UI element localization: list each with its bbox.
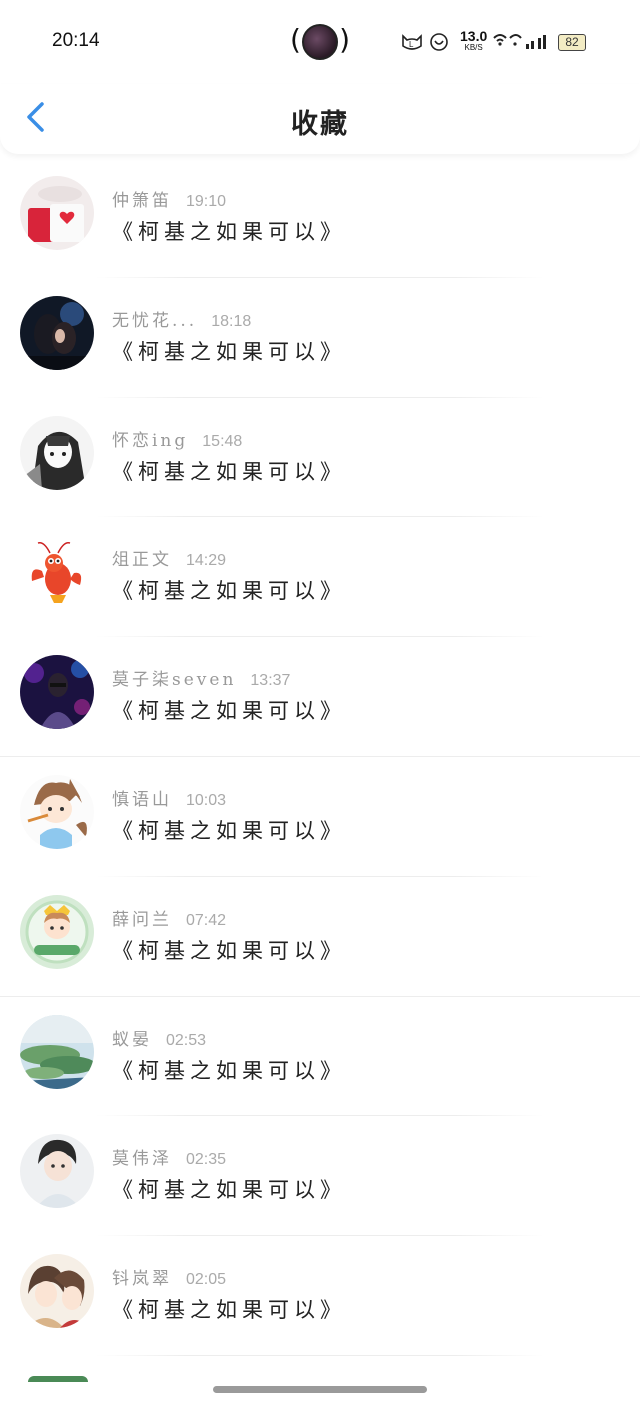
nav-header: 收藏 [0,84,640,154]
cat-face-icon: L [400,32,424,56]
list-item[interactable]: 仲箫笛 19:10 《柯基之如果可以》 [0,158,640,278]
avatar[interactable] [20,295,94,370]
song-title: 《柯基之如果可以》 [112,699,346,724]
user-name: 钭岚翠 [112,1269,172,1290]
item-meta: 蚁晏 02:53 [112,1025,206,1050]
user-name: 仲箫笛 [112,191,172,211]
avatar [28,1376,88,1382]
avatar[interactable] [20,655,94,730]
item-time: 07:42 [186,911,227,929]
item-time: 19:10 [186,193,227,210]
user-name: 莫伟泽 [112,1149,172,1170]
list-item[interactable]: 莫伟泽 02:35 《柯基之如果可以》 [0,1116,640,1237]
item-time: 18:18 [211,312,252,330]
list-item[interactable]: 薛问兰 07:42 《柯基之如果可以》 [0,877,640,997]
item-time: 14:29 [186,552,227,570]
list-item[interactable]: 蚁晏 02:53 《柯基之如果可以》 [0,997,640,1117]
item-meta: 薛问兰 07:42 [112,905,226,930]
divider [96,1354,544,1356]
status-icons: L 13.0 KB/S 82 [398,28,598,58]
song-title: 《柯基之如果可以》 [112,938,346,963]
song-title: 《柯基之如果可以》 [112,1298,346,1323]
item-time: 13:37 [250,672,291,690]
live-activity-icon[interactable]: ( ) [290,22,350,62]
user-name: 怀恋ing [112,430,189,451]
item-time: 15:48 [202,432,243,450]
avatar[interactable] [20,1134,94,1209]
item-meta: 无忧花... 18:18 [112,306,251,331]
item-time: 02:35 [186,1151,227,1169]
net-speed-value: 13.0 [460,28,488,44]
avatar[interactable] [20,1254,94,1329]
item-meta: 慎语山 10:03 [112,785,226,810]
signal-icon [524,32,550,56]
item-meta: 莫伟泽 02:35 [112,1144,226,1169]
user-name: 薛问兰 [112,909,172,930]
list-item[interactable]: 莫子柒seven 13:37 《柯基之如果可以》 [0,637,640,757]
list-item[interactable]: 钭岚翠 02:05 《柯基之如果可以》 [0,1236,640,1356]
status-time: 20:14 [52,30,100,51]
status-bar: 20:14 ( ) L 13.0 KB/S 82 [0,0,640,84]
list-item[interactable]: 怀恋ing 15:48 《柯基之如果可以》 [0,398,640,518]
avatar[interactable] [20,415,94,490]
favorites-list: 仲箫笛 19:10 《柯基之如果可以》 无忧花... 18:18 《柯基之如果可以》… [0,158,640,1356]
avatar[interactable] [20,176,94,250]
list-item[interactable]: 无忧花... 18:18 《柯基之如果可以》 [0,278,640,398]
item-time: 10:03 [186,791,227,809]
song-title: 《柯基之如果可以》 [112,339,346,364]
svg-text:L: L [409,40,414,49]
song-title: 《柯基之如果可以》 [112,579,346,604]
song-title: 《柯基之如果可以》 [112,220,346,244]
avatar[interactable] [20,894,94,969]
page-title: 收藏 [291,109,349,140]
user-name: 蚁晏 [112,1029,152,1050]
avatar[interactable] [20,535,94,610]
battery-icon: 82 [558,34,586,51]
list-item[interactable]: 慎语山 10:03 《柯基之如果可以》 [0,757,640,877]
song-title: 《柯基之如果可以》 [112,1058,346,1083]
item-time: 02:53 [166,1031,207,1049]
item-meta: 仲箫笛 19:10 [112,186,226,211]
item-meta: 怀恋ing 15:48 [112,426,242,451]
song-title: 《柯基之如果可以》 [112,459,346,484]
list-item[interactable]: 俎正文 14:29 《柯基之如果可以》 [0,517,640,638]
user-name: 慎语山 [112,789,172,810]
item-meta: 钭岚翠 02:05 [112,1264,226,1289]
user-name: 莫子柒seven [112,670,237,691]
net-speed: 13.0 KB/S [460,28,488,53]
home-indicator[interactable] [213,1386,427,1393]
avatar[interactable] [20,774,94,849]
item-time: 02:05 [186,1271,227,1289]
wifi-icon [492,32,522,56]
song-title: 《柯基之如果可以》 [112,1178,346,1203]
song-title: 《柯基之如果可以》 [112,818,346,843]
user-name: 无忧花... [112,310,198,331]
user-name: 俎正文 [112,550,172,571]
item-meta: 俎正文 14:29 [112,545,226,570]
avatar[interactable] [20,1014,94,1089]
item-meta: 莫子柒seven 13:37 [112,665,290,690]
smile-icon [428,32,450,56]
